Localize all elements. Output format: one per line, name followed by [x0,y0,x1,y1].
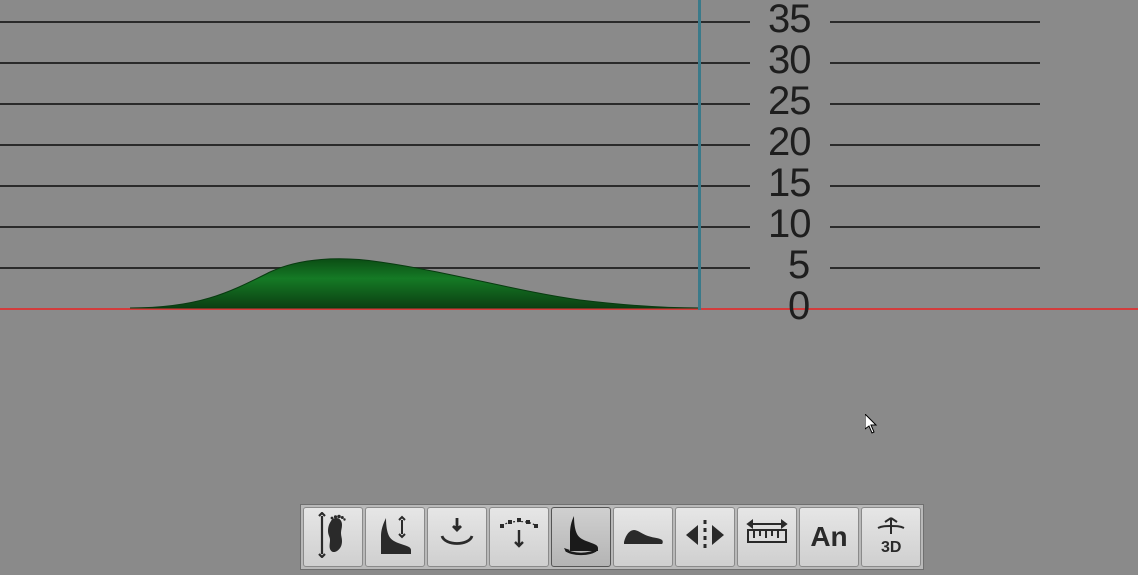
edit-points-button[interactable] [489,507,549,567]
measure-button[interactable] [737,507,797,567]
view-3d-icon: 3D [868,512,914,563]
rotate-heel-button[interactable] [551,507,611,567]
cursor-icon [865,414,879,434]
shoe-icon [620,512,666,563]
heel-cup-icon [434,512,480,563]
svg-text:3D: 3D [881,539,901,556]
mirror-icon [682,512,728,563]
profile-chart[interactable]: 35 30 25 20 15 10 5 0 [0,0,1138,575]
heel-cup-button[interactable] [427,507,487,567]
shoe-shape-button[interactable] [613,507,673,567]
view-3d-button[interactable]: 3D [861,507,921,567]
rotate-heel-icon [558,512,604,563]
foot-length-icon [310,512,356,563]
ankle-profile-button[interactable] [365,507,425,567]
annotate-icon: An [810,521,847,553]
edit-points-icon [496,512,542,563]
insole-profile-curve [0,0,1138,575]
ankle-icon [372,512,418,563]
mirror-button[interactable] [675,507,735,567]
position-marker-line[interactable] [698,0,701,310]
ruler-icon [744,512,790,563]
viewport: 35 30 25 20 15 10 5 0 [0,0,1138,575]
annotate-button[interactable]: An [799,507,859,567]
toolbar: An 3D [300,504,924,570]
foot-length-button[interactable] [303,507,363,567]
